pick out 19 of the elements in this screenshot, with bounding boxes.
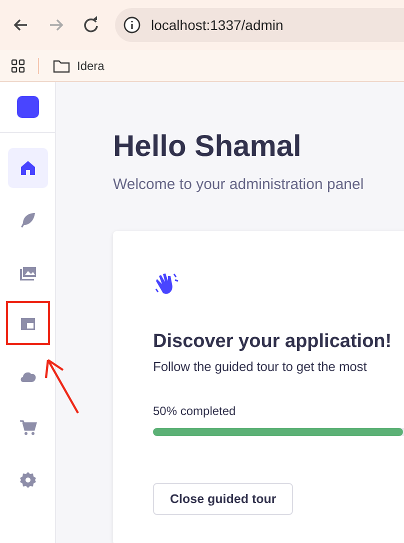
progress-label: 50% completed	[153, 404, 237, 418]
feather-icon	[18, 211, 36, 229]
info-icon[interactable]	[123, 16, 141, 34]
home-nav-button[interactable]	[8, 148, 48, 188]
folder-icon	[53, 58, 70, 72]
cart-icon	[18, 419, 36, 437]
logo-icon[interactable]	[16, 96, 38, 118]
card-description: Follow the guided tour to get the most	[153, 359, 368, 374]
home-icon	[18, 159, 36, 177]
settings-icon	[18, 471, 36, 489]
close-tour-button[interactable]: Close guided tour	[153, 483, 294, 515]
page-subtitle: Welcome to your administration panel	[113, 176, 365, 193]
waving-hand-icon	[153, 271, 179, 297]
address-field[interactable]: localhost:1337/admin	[115, 8, 404, 42]
bookmark-link[interactable]: Idera	[77, 58, 104, 72]
layout-icon	[18, 315, 36, 333]
card-title: Discover your application!	[153, 331, 393, 353]
page-title: Hello Shamal	[113, 130, 302, 164]
apps-icon[interactable]	[11, 58, 25, 72]
